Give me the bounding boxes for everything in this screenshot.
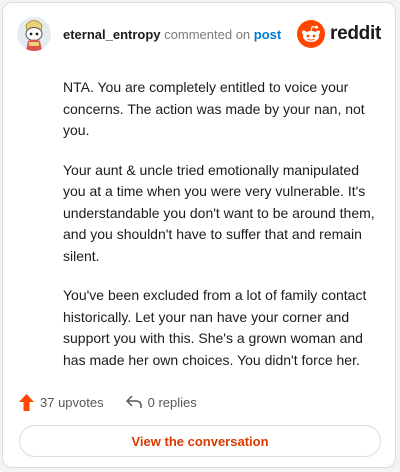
comment-body: NTA. You are completely entitled to voic… — [63, 77, 383, 389]
reddit-logo[interactable]: reddit — [297, 19, 381, 49]
logo-text: reddit — [330, 23, 381, 44]
username-link[interactable]: eternal_entropy — [63, 27, 161, 42]
reply-count: 0 replies — [147, 394, 197, 410]
comment-card: eternal_entropy commented on post reddit… — [2, 2, 396, 468]
avatar[interactable] — [17, 17, 51, 51]
reply-button[interactable]: 0 replies — [125, 394, 197, 410]
action-text: commented on — [164, 27, 251, 42]
comment-actions: 37 upvotes 0 replies — [19, 391, 219, 413]
snoo-avatar-icon — [17, 17, 51, 51]
upvote-count: 37 upvotes — [40, 394, 104, 410]
comment-header: eternal_entropy commented on post reddit — [17, 15, 381, 55]
post-link[interactable]: post — [254, 27, 281, 42]
reply-arrow-icon — [125, 395, 142, 408]
byline: eternal_entropy commented on post — [63, 27, 281, 42]
comment-paragraph: You've been excluded from a lot of famil… — [63, 287, 367, 368]
comment-paragraph: NTA. You are completely entitled to voic… — [63, 79, 365, 138]
upvote-arrow-icon — [19, 393, 34, 411]
reddit-alien-icon — [297, 20, 326, 48]
upvote-button[interactable]: 37 upvotes — [19, 393, 104, 411]
comment-paragraph: Your aunt & uncle tried emotionally mani… — [63, 161, 375, 264]
view-conversation-button[interactable]: View the conversation — [19, 425, 381, 457]
